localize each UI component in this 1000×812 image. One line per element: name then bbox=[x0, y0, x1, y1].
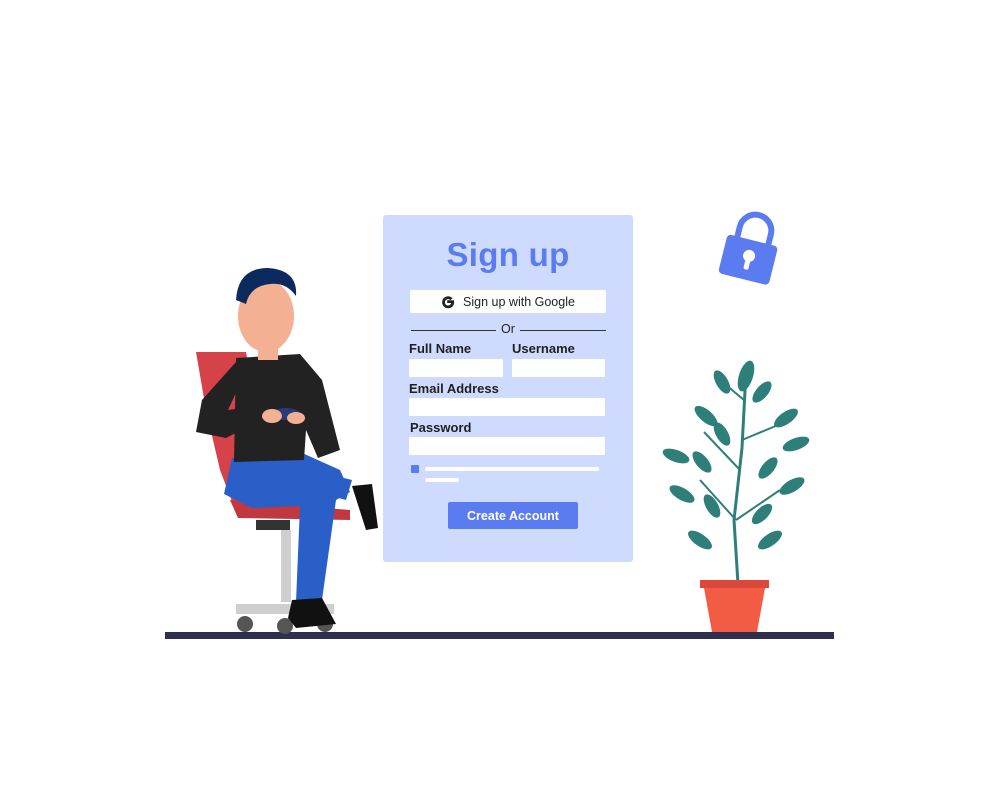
create-account-button[interactable]: Create Account bbox=[448, 502, 578, 529]
full-name-label: Full Name bbox=[409, 341, 472, 356]
google-g-icon bbox=[441, 295, 455, 309]
divider-right bbox=[520, 330, 606, 331]
email-input[interactable] bbox=[409, 398, 605, 416]
password-label: Password bbox=[410, 420, 472, 435]
google-signup-label: Sign up with Google bbox=[463, 294, 575, 309]
potted-plant bbox=[662, 360, 810, 632]
password-input[interactable] bbox=[409, 437, 605, 455]
username-input[interactable] bbox=[512, 359, 605, 377]
signup-title: Sign up bbox=[446, 236, 570, 273]
full-name-input[interactable] bbox=[409, 359, 503, 377]
or-separator: Or bbox=[501, 322, 515, 336]
terms-text-line bbox=[425, 478, 459, 482]
email-label: Email Address bbox=[409, 381, 499, 396]
terms-checkbox[interactable] bbox=[411, 465, 419, 473]
terms-text-line bbox=[425, 467, 599, 471]
divider-left bbox=[411, 330, 496, 331]
google-signup-button[interactable]: Sign up with Google bbox=[410, 290, 606, 313]
username-label: Username bbox=[512, 341, 575, 356]
floor-line bbox=[165, 632, 834, 639]
